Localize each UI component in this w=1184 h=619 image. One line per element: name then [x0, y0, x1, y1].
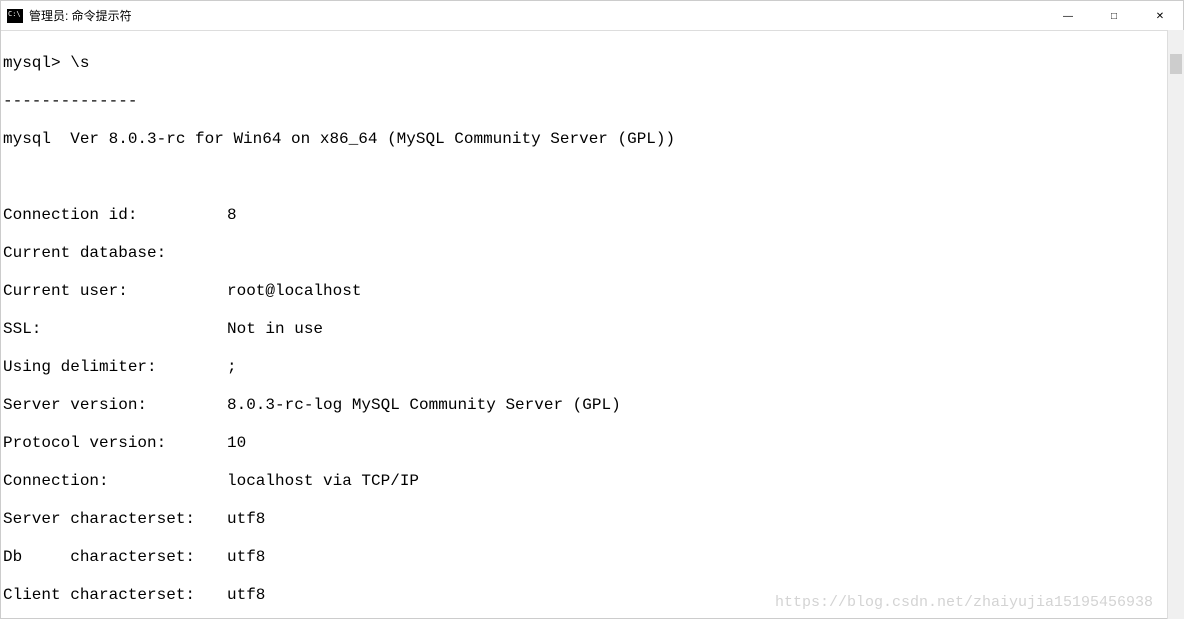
field-label: Current database:	[3, 244, 227, 263]
scrollbar-thumb[interactable]	[1170, 54, 1182, 74]
mysql-prompt: mysql>	[3, 54, 70, 72]
window-controls: — □ ✕	[1045, 1, 1183, 30]
minimize-button[interactable]: —	[1045, 1, 1091, 31]
vertical-scrollbar[interactable]	[1167, 30, 1184, 619]
version-line: mysql Ver 8.0.3-rc for Win64 on x86_64 (…	[3, 130, 1183, 149]
field-label: Current user:	[3, 282, 227, 301]
terminal-output[interactable]: mysql> \s -------------- mysql Ver 8.0.3…	[1, 31, 1183, 618]
field-label: Server characterset:	[3, 510, 227, 529]
field-value: utf8	[227, 510, 265, 528]
field-label: Server version:	[3, 396, 227, 415]
maximize-button[interactable]: □	[1091, 1, 1137, 31]
field-value: ;	[227, 358, 237, 376]
field-value: 8.0.3-rc-log MySQL Community Server (GPL…	[227, 396, 621, 414]
field-label: Using delimiter:	[3, 358, 227, 377]
field-label: Connection:	[3, 472, 227, 491]
divider: --------------	[3, 92, 1183, 111]
close-button[interactable]: ✕	[1137, 1, 1183, 31]
field-label: Protocol version:	[3, 434, 227, 453]
field-value: utf8	[227, 586, 265, 604]
field-label: Connection id:	[3, 206, 227, 225]
cmd-icon	[7, 9, 23, 23]
field-value: 8	[227, 206, 237, 224]
field-value: root@localhost	[227, 282, 361, 300]
field-label: SSL:	[3, 320, 227, 339]
field-value: localhost via TCP/IP	[227, 472, 419, 490]
window-titlebar: 管理员: 命令提示符 — □ ✕	[1, 1, 1183, 31]
field-value: Not in use	[227, 320, 323, 338]
window-title: 管理员: 命令提示符	[29, 7, 132, 24]
command-status: \s	[70, 54, 89, 72]
field-value: utf8	[227, 548, 265, 566]
field-value: 10	[227, 434, 246, 452]
field-label: Db characterset:	[3, 548, 227, 567]
titlebar-left: 管理员: 命令提示符	[7, 7, 132, 24]
field-label: Client characterset:	[3, 586, 227, 605]
